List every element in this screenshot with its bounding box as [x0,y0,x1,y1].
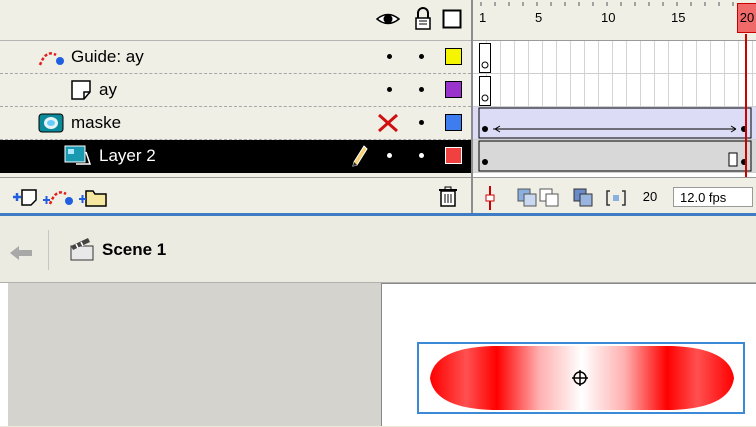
frame-rate-display[interactable]: 12.0 fps [673,187,753,207]
ruler-number: 10 [601,10,616,25]
layer-pane: Guide: ay ay maske Layer 2 [0,0,473,214]
visibility-dot[interactable] [387,153,392,158]
layer-color-swatch[interactable] [445,48,462,65]
onion-skin-icon[interactable] [517,188,539,208]
lock-dot[interactable] [419,54,424,59]
lock-dot[interactable] [419,120,424,125]
stage[interactable] [381,283,756,426]
visibility-dot[interactable] [387,87,392,92]
modify-onion-markers-icon[interactable] [605,188,627,208]
layer-color-swatch[interactable] [445,81,462,98]
lock-icon[interactable] [414,7,432,31]
ruler-number: 5 [535,10,543,25]
layer-footer [0,177,471,214]
frames-footer: 20 12.0 fps [473,177,756,213]
eye-icon[interactable] [375,10,401,28]
layer-row-maske[interactable]: maske [0,107,471,140]
frame-row-maske[interactable] [473,107,756,140]
frame-row-ay[interactable] [473,74,756,107]
current-frame-display: 20 [642,189,658,204]
masked-shape[interactable] [382,284,756,427]
onion-skin-outlines-icon[interactable] [539,188,561,208]
playhead-line [745,34,747,177]
blank-keyframe[interactable] [479,43,491,73]
timeline-panel: Guide: ay ay maske Layer 2 1 5 10 15 20 … [0,0,756,214]
pencil-icon [352,145,368,167]
ruler-number: 15 [671,10,686,25]
back-arrow-icon[interactable] [8,244,34,262]
layer-color-swatch[interactable] [445,114,462,131]
frame-row-layer2[interactable] [473,140,756,173]
static-frames-span[interactable] [473,140,756,173]
insert-folder-icon[interactable] [78,185,108,209]
visibility-dot[interactable] [387,54,392,59]
layer-name: maske [71,113,122,132]
pasteboard-edge [0,283,8,426]
edit-multiple-frames-icon[interactable] [573,188,595,208]
outline-icon[interactable] [442,9,462,29]
scene-name[interactable]: Scene 1 [102,240,166,260]
masked-layer-icon [64,145,92,165]
guide-layer-icon [38,52,64,66]
layer-name: Layer 2 [99,146,156,165]
center-frame-icon[interactable] [483,186,497,210]
add-guide-layer-icon[interactable] [42,186,76,208]
layer-row-guide[interactable]: Guide: ay [0,41,471,74]
layer-row-ay[interactable]: ay [0,74,471,107]
layer-name: ay [99,80,117,99]
motion-tween-span[interactable] [473,107,756,140]
playhead-frame-number[interactable]: 20 [737,3,756,33]
layer-header [0,0,471,41]
guided-layer-icon [71,80,91,100]
trash-icon[interactable] [438,186,458,208]
edit-bar: Scene 1 [0,216,756,283]
insert-layer-icon[interactable] [12,187,40,207]
lock-dot[interactable] [419,153,424,158]
layer-color-swatch[interactable] [445,147,462,164]
frames-pane[interactable]: 1 5 10 15 20 20 12.0 fps [473,0,756,213]
frame-row-guide[interactable] [473,41,756,74]
hidden-x-icon[interactable] [377,113,399,133]
blank-keyframe[interactable] [479,76,491,106]
layer-row-layer2[interactable]: Layer 2 [0,140,471,173]
ruler-number: 1 [479,10,487,25]
divider [48,230,49,270]
frame-ruler[interactable]: 1 5 10 15 20 [473,0,756,41]
lock-dot[interactable] [419,87,424,92]
layer-name: Guide: ay [71,47,144,66]
mask-layer-icon [38,113,64,133]
scene-clapper-icon [70,238,94,261]
